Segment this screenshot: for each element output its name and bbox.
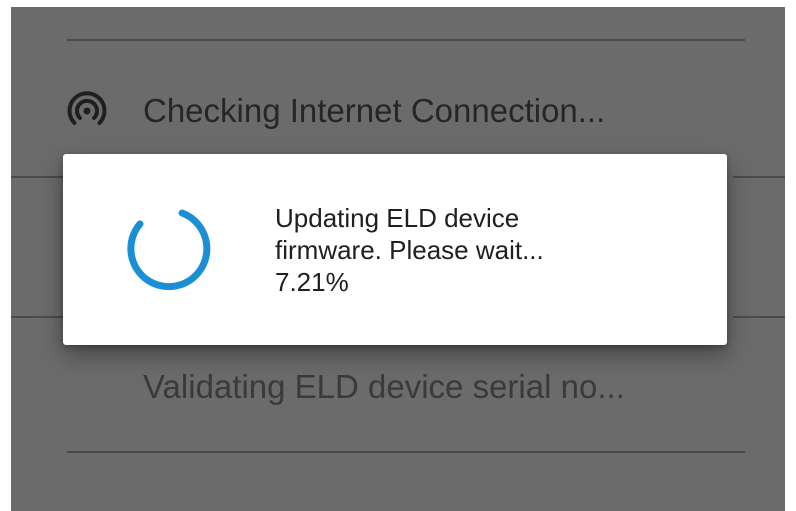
app-frame: Checking Internet Connection... Validati…: [0, 0, 796, 511]
list-divider: [733, 316, 785, 318]
firmware-update-dialog: Updating ELD device firmware. Please wai…: [63, 154, 727, 345]
progress-percentage: 7.21%: [275, 267, 349, 297]
dialog-message-line: firmware. Please wait...: [275, 235, 544, 265]
progress-spinner-icon: [127, 209, 211, 291]
dialog-message: Updating ELD device firmware. Please wai…: [275, 202, 695, 298]
list-divider: [67, 39, 745, 41]
list-divider: [67, 451, 745, 453]
dialog-message-line: Updating ELD device: [275, 203, 520, 233]
list-divider: [733, 176, 785, 178]
status-text-internet: Checking Internet Connection...: [143, 92, 606, 129]
status-row-serial: Validating ELD device serial no...: [65, 365, 625, 409]
status-text-serial: Validating ELD device serial no...: [143, 368, 625, 405]
status-row-internet: Checking Internet Connection...: [65, 89, 605, 133]
wifi-signal-icon: [65, 89, 109, 133]
